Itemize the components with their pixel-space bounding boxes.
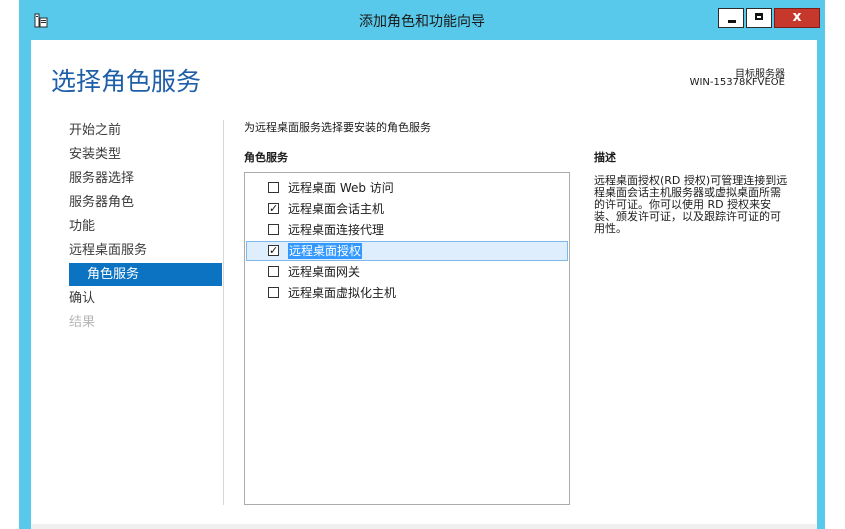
nav-item-server-roles[interactable]: 服务器角色 xyxy=(69,192,134,214)
role-checkbox-licensing[interactable]: ✓ xyxy=(268,245,279,256)
role-row-licensing[interactable]: ✓ 远程桌面授权 xyxy=(246,241,568,261)
role-row-gateway[interactable]: 远程桌面网关 xyxy=(246,262,568,282)
nav-item-role-services[interactable]: 角色服务 xyxy=(87,264,139,286)
role-label: 远程桌面网关 xyxy=(288,265,361,279)
wizard-client-area: 选择角色服务 目标服务器 WIN-15378KFVEOE 开始之前 安装类型 服… xyxy=(31,40,817,529)
checkmark-icon: ✓ xyxy=(269,202,279,215)
minimize-icon xyxy=(728,20,736,23)
nav-item-remote-desktop-services[interactable]: 远程桌面服务 xyxy=(69,240,147,262)
instruction-text: 为远程桌面服务选择要安装的角色服务 xyxy=(244,121,431,134)
role-label: 远程桌面虚拟化主机 xyxy=(288,286,397,300)
description-header: 描述 xyxy=(594,151,616,164)
role-row-session-host[interactable]: ✓ 远程桌面会话主机 xyxy=(246,199,568,219)
nav-item-confirmation[interactable]: 确认 xyxy=(69,288,95,310)
role-services-list[interactable]: 远程桌面 Web 访问 ✓ 远程桌面会话主机 远程桌面连接代理 ✓ 远程桌面授权… xyxy=(244,172,570,505)
maximize-button[interactable] xyxy=(746,8,772,28)
nav-item-server-selection[interactable]: 服务器选择 xyxy=(69,168,134,190)
nav-item-results: 结果 xyxy=(69,315,96,330)
role-checkbox-gateway[interactable] xyxy=(268,266,279,277)
role-label: 远程桌面会话主机 xyxy=(288,202,385,216)
page-title: 选择角色服务 xyxy=(51,67,202,96)
role-checkbox-session-host[interactable]: ✓ xyxy=(268,203,279,214)
nav-item-features[interactable]: 功能 xyxy=(69,216,95,238)
description-text: 远程桌面授权(RD 授权)可管理连接到远程桌面会话主机服务器或虚拟桌面所需的许可… xyxy=(594,174,788,235)
checkmark-icon: ✓ xyxy=(269,244,279,257)
role-row-web-access[interactable]: 远程桌面 Web 访问 xyxy=(246,178,568,198)
close-button[interactable]: x xyxy=(774,8,820,28)
nav-divider xyxy=(223,120,224,505)
role-row-connection-broker[interactable]: 远程桌面连接代理 xyxy=(246,220,568,240)
role-checkbox-web-access[interactable] xyxy=(268,182,279,193)
target-server-value: WIN-15378KFVEOE xyxy=(689,77,785,88)
minimize-button[interactable] xyxy=(718,8,744,28)
role-label: 远程桌面连接代理 xyxy=(288,223,385,237)
nav-item-before-you-begin[interactable]: 开始之前 xyxy=(69,120,121,142)
close-icon: x xyxy=(792,9,802,25)
role-row-virtualization-host[interactable]: 远程桌面虚拟化主机 xyxy=(246,283,568,303)
window-title: 添加角色和功能向导 xyxy=(359,14,485,30)
role-checkbox-connection-broker[interactable] xyxy=(268,224,279,235)
role-services-header: 角色服务 xyxy=(244,151,288,164)
nav-item-installation-type[interactable]: 安装类型 xyxy=(69,144,121,166)
role-checkbox-virtualization-host[interactable] xyxy=(268,287,279,298)
maximize-icon xyxy=(755,13,763,20)
role-label: 远程桌面授权 xyxy=(288,243,363,259)
role-label: 远程桌面 Web 访问 xyxy=(288,181,394,195)
footer-strip xyxy=(31,524,817,529)
